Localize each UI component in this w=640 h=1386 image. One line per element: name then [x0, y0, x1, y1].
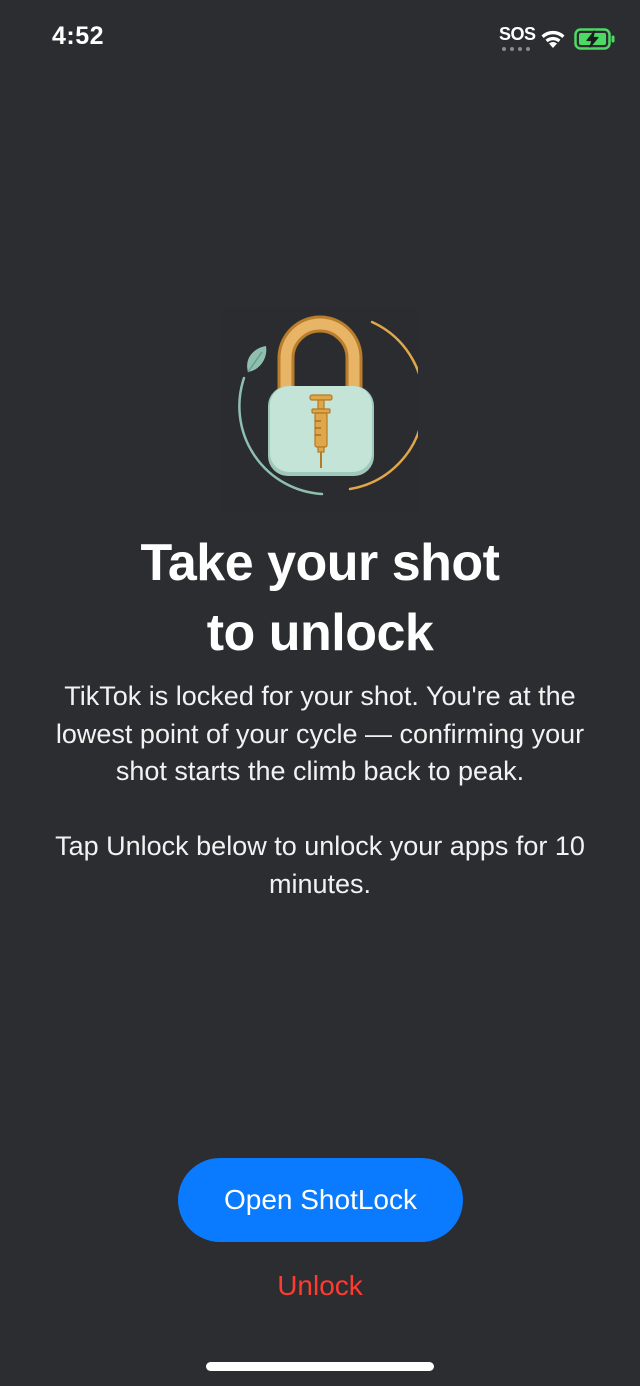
home-indicator[interactable] [206, 1362, 434, 1371]
lock-message: TikTok is locked for your shot. You're a… [40, 678, 600, 903]
page-title: Take your shot to unlock [40, 528, 600, 668]
lock-illustration [222, 306, 418, 512]
status-time: 4:52 [52, 22, 105, 50]
sos-indicator: SOS [499, 24, 536, 44]
title-line-2: to unlock [206, 604, 434, 662]
status-bar: 4:52 SOS [0, 0, 640, 80]
battery-charging-icon [574, 28, 615, 50]
lock-explanation: TikTok is locked for your shot. You're a… [55, 681, 585, 786]
wifi-icon [541, 30, 565, 48]
open-shotlock-button[interactable]: Open ShotLock [178, 1158, 463, 1242]
unlock-instructions: Tap Unlock below to unlock your apps for… [55, 831, 585, 899]
signal-dots [502, 47, 530, 51]
title-line-1: Take your shot [140, 534, 500, 592]
lock-syringe-icon [238, 315, 418, 496]
unlock-button[interactable]: Unlock [220, 1266, 420, 1306]
